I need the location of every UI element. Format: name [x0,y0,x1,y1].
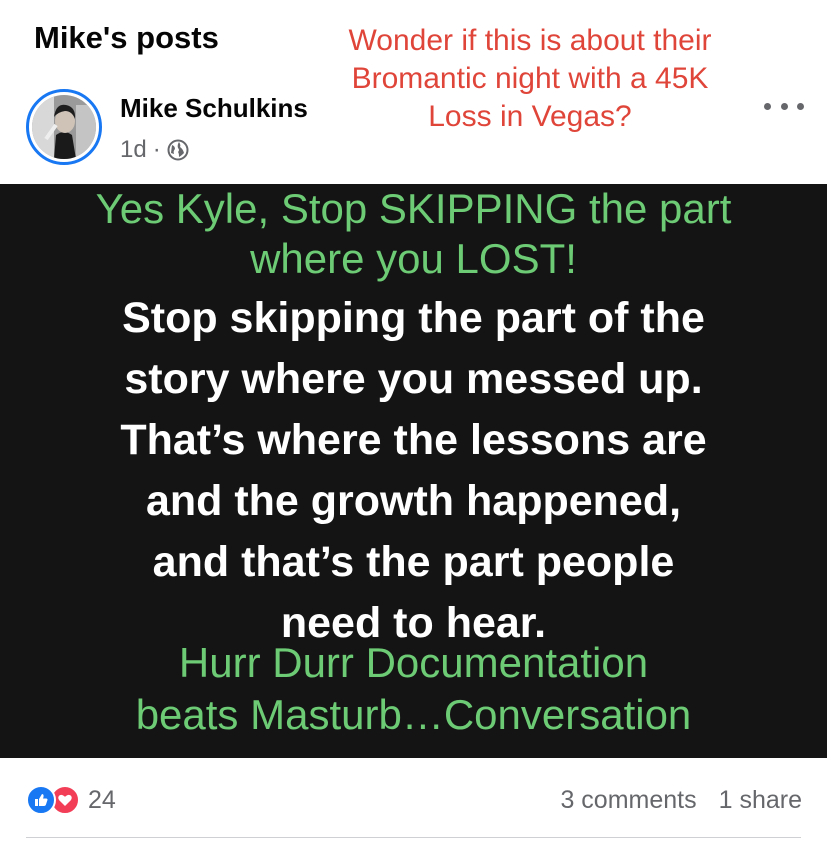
image-text-line: Hurr Durr Documentation [178,639,649,686]
annotation-line: Wonder if this is about their [348,24,712,57]
more-options-dot [780,102,788,110]
post-image[interactable]: Yes Kyle, Stop SKIPPING the part where y… [0,184,827,758]
avatar-photo [32,95,96,159]
image-text-line: Stop skipping the part of the [122,294,705,342]
more-options-dot [797,102,804,110]
comments-count-link[interactable]: 3 comments [560,786,696,815]
like-icon [26,785,56,815]
shares-count-link[interactable]: 1 share [719,786,802,815]
image-green-bottom-text: Hurr Durr Documentation beats Masturb…Co… [0,637,827,741]
image-text-line: That’s where the lessons are [120,416,707,464]
red-annotation: Wonder if this is about their Bromantic … [300,22,760,136]
annotation-line: Bromantic night with a 45K [351,62,709,95]
avatar[interactable] [26,89,102,165]
section-title: Mike's posts [34,20,219,55]
image-text-line: where you LOST! [250,235,577,282]
engagement-counts: 3 comments 1 share [560,786,802,815]
more-options-dot [764,102,771,110]
post-meta: 1d · [120,136,189,164]
image-text-line: and that’s the part people [152,538,675,586]
meta-separator: · [152,136,161,163]
image-text-line: beats Masturb…Conversation [135,691,692,738]
image-text-line: story where you messed up. [124,355,703,403]
reaction-count: 24 [88,785,116,814]
image-green-top-text: Yes Kyle, Stop SKIPPING the part where y… [0,184,827,284]
image-text-line: Yes Kyle, Stop SKIPPING the part [95,185,732,232]
image-white-quote: Stop skipping the part of the story wher… [0,288,827,654]
divider [26,837,801,838]
post-page: Mike's posts Wonder if this is about the… [0,0,827,852]
post-age[interactable]: 1d [120,136,147,164]
more-options-button[interactable] [764,96,804,116]
globe-icon [167,139,189,161]
image-text-line: and the growth happened, [145,477,682,525]
annotation-line: Loss in Vegas? [428,100,632,133]
author-name[interactable]: Mike Schulkins [120,93,308,124]
reactions-summary[interactable]: 24 [26,785,116,815]
